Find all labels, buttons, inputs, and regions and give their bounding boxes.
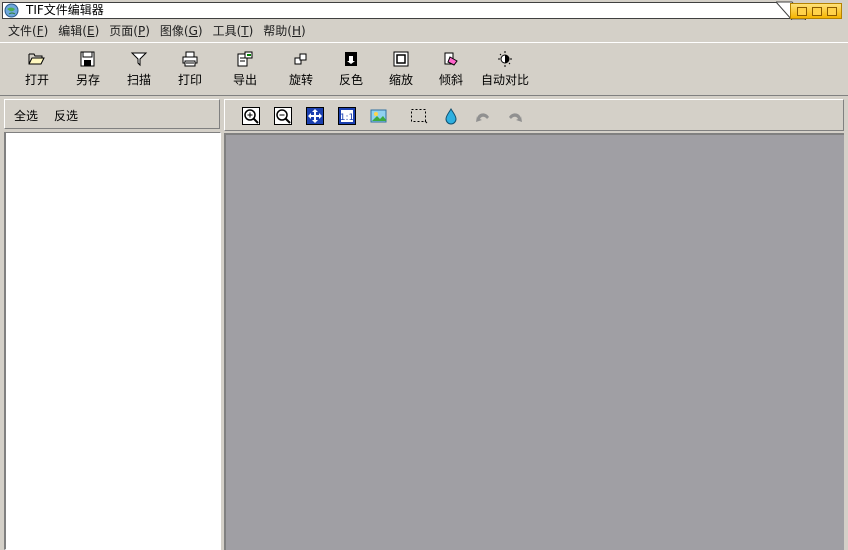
export-button[interactable]: 导出 [219, 49, 271, 95]
printer-icon [182, 51, 198, 67]
actual-size-icon[interactable]: 1:1 [338, 107, 356, 125]
menu-image-suffix: ) [197, 24, 203, 38]
app-globe-icon [4, 3, 19, 18]
deskew-icon [444, 52, 458, 66]
page-thumbnail-list[interactable] [4, 132, 221, 550]
export-label: 导出 [232, 73, 257, 87]
zoom-button[interactable]: 缩放 [375, 49, 427, 95]
rotate-label: 旋转 [288, 73, 313, 87]
deskew-button[interactable]: 倾斜 [425, 49, 477, 95]
export-document-icon [237, 51, 253, 67]
fit-window-icon[interactable] [306, 107, 324, 125]
menu-tools-label: 工具( [212, 24, 242, 38]
deskew-label: 倾斜 [438, 73, 463, 87]
title-bar[interactable]: TIF文件编辑器 [0, 0, 848, 20]
select-all-button[interactable]: 全选 [14, 107, 38, 124]
invert-label: 反色 [338, 73, 363, 87]
scan-button[interactable]: 扫描 [113, 49, 165, 95]
invert-button[interactable]: 反色 [325, 49, 377, 95]
resize-frame-icon [393, 51, 409, 67]
fill-drop-icon[interactable] [442, 107, 460, 125]
auto-contrast-label: 自动对比 [480, 73, 529, 87]
open-label: 打开 [24, 73, 49, 87]
invert-color-icon [345, 52, 357, 66]
app-window: TIF文件编辑器 文件(F) 编辑(E) 页面(P) 图像(G) 工具(T) 帮… [0, 0, 848, 550]
menu-help[interactable]: 帮助(H) [263, 21, 305, 41]
menu-bar: 文件(F) 编辑(E) 页面(P) 图像(G) 工具(T) 帮助(H) [0, 21, 848, 41]
menu-edit-suffix: ) [94, 24, 100, 38]
menu-file-accel: F [36, 24, 44, 38]
menu-help-accel: H [291, 24, 301, 38]
menu-file[interactable]: 文件(F) [8, 21, 48, 41]
menu-tools[interactable]: 工具(T) [213, 21, 254, 41]
menu-page-suffix: ) [145, 24, 150, 38]
left-panel-header: 全选 反选 [4, 99, 220, 129]
zoom-out-icon[interactable] [274, 107, 292, 125]
auto-contrast-button[interactable]: 自动对比 [477, 49, 533, 95]
menu-edit-accel: E [86, 24, 95, 38]
zoom-in-icon[interactable] [242, 107, 260, 125]
funnel-scan-icon [130, 52, 148, 67]
menu-tools-accel: T [241, 24, 249, 38]
window-title: TIF文件编辑器 [26, 3, 104, 17]
invert-selection-button[interactable]: 反选 [54, 107, 78, 124]
save-as-label: 另存 [75, 73, 100, 87]
menu-image[interactable]: 图像(G) [160, 21, 203, 41]
menu-file-suffix: ) [43, 24, 49, 38]
menu-help-suffix: ) [301, 24, 306, 38]
menu-help-label: 帮助( [263, 24, 292, 38]
select-rect-icon[interactable] [410, 107, 428, 125]
main-toolbar: 打开 另存 扫描 打印 导出 旋转 反色 缩放 倾斜 自动对比 [0, 42, 848, 96]
image-canvas[interactable] [224, 133, 844, 550]
menu-edit[interactable]: 编辑(E) [58, 21, 99, 41]
menu-tools-suffix: ) [248, 24, 254, 38]
floppy-disk-icon [80, 51, 95, 67]
folder-open-icon [28, 53, 45, 65]
svg-text:1:1: 1:1 [340, 113, 354, 123]
rotate-icon [294, 53, 307, 65]
window-controls [790, 3, 842, 19]
menu-page-label: 页面( [109, 24, 138, 38]
menu-edit-label: 编辑( [58, 24, 87, 38]
zoom-label: 缩放 [388, 73, 413, 87]
undo-icon[interactable] [474, 107, 492, 125]
maximize-button[interactable] [812, 7, 822, 16]
brightness-icon [498, 51, 512, 67]
minimize-button[interactable] [797, 7, 807, 16]
menu-file-label: 文件( [8, 24, 37, 38]
menu-page[interactable]: 页面(P) [109, 21, 150, 41]
close-button[interactable] [827, 7, 837, 16]
image-icon[interactable] [370, 107, 388, 125]
save-as-button[interactable]: 另存 [62, 49, 114, 95]
title-tab [2, 2, 792, 19]
menu-image-accel: G [188, 24, 198, 38]
scan-label: 扫描 [126, 73, 151, 87]
menu-image-label: 图像( [159, 24, 189, 38]
image-toolbar: 1:1 [224, 99, 844, 131]
redo-icon[interactable] [506, 107, 524, 125]
rotate-button[interactable]: 旋转 [275, 49, 327, 95]
print-button[interactable]: 打印 [164, 49, 216, 95]
print-label: 打印 [177, 73, 202, 87]
open-button[interactable]: 打开 [11, 49, 63, 95]
